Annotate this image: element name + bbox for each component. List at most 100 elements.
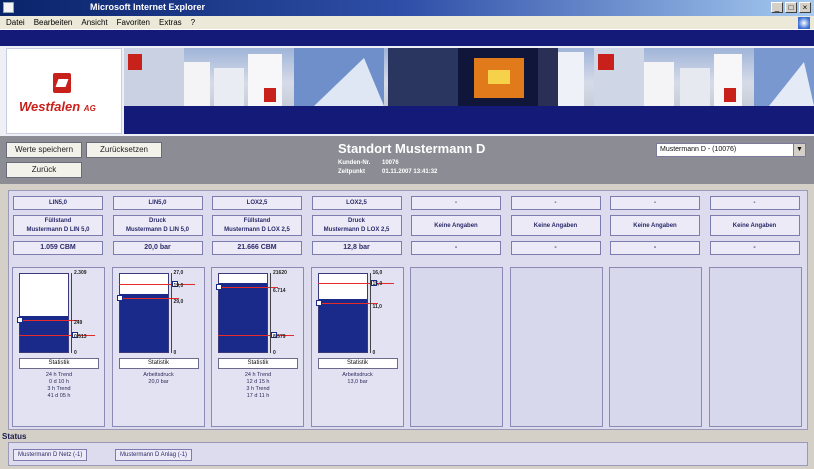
scale-tick-label: 0: [372, 350, 376, 356]
gauge-column: LIN5,0 Füllstand Mustermann D LIN 5,0 1.059…: [9, 191, 107, 429]
gauge-chart: 27,0 19,0 29,0 0 Statistik Arbeitsdruck 20,0 …: [111, 267, 205, 427]
station-title: Standort Mustermann D: [338, 141, 486, 156]
empty-code: -: [709, 196, 800, 210]
gauge-chart: 2.309 0.513 249 0 Statistik 24 h Trend 0 d 10…: [12, 267, 105, 427]
scale-tick-label: 2.309: [74, 270, 87, 276]
gauge-code: LIN5,0: [13, 196, 103, 210]
gauges-panel: LIN5,0 Füllstand Mustermann D LIN 5,0 1.059…: [8, 190, 808, 430]
empty-chart: [708, 267, 802, 427]
gauge-chart: 21620 8.579 6.714 0 Statistik 24 h Trend 12 d…: [211, 267, 304, 427]
gauge-type: Druck: [347, 218, 365, 224]
banner-photo-strip: [124, 48, 814, 106]
level-handle[interactable]: [116, 294, 123, 301]
logo-mark-icon: [598, 54, 614, 70]
empty-reading: -: [610, 241, 700, 255]
scale-tick-label: 19,0: [173, 282, 184, 289]
empty-column: - Keine Angaben -: [606, 191, 704, 429]
gauge-column: LOX2,5 Druck Mustermann D LOX 2,5 12,8 bar 1…: [308, 191, 406, 429]
gauge-location: Mustermann D LIN 5,0: [125, 227, 189, 233]
empty-reading: -: [411, 241, 501, 255]
gauge-type: Füllstand: [243, 218, 271, 224]
scale-tick-label: 0: [74, 350, 77, 356]
menu-item-favoriten[interactable]: Favoriten: [117, 18, 150, 27]
menu-item-bearbeiten[interactable]: Bearbeiten: [34, 18, 73, 27]
scale-tick-label: 8.579: [273, 334, 286, 340]
empty-code: -: [510, 196, 601, 210]
statistics-button[interactable]: Statistik: [118, 358, 199, 369]
empty-column: - Keine Angaben -: [706, 191, 804, 429]
scale-tick-label: 27,0: [173, 270, 184, 276]
close-icon[interactable]: ×: [799, 2, 811, 13]
maximize-icon[interactable]: □: [785, 2, 797, 13]
gauge-tank: [19, 273, 69, 353]
gauge-name: Druck Mustermann D LOX 2,5: [311, 215, 402, 236]
header-band: [0, 30, 814, 46]
gauge-scale: 21620 8.579 6.714 0: [270, 270, 300, 356]
station-select[interactable]: Mustermann D - (10076) ▼: [656, 143, 806, 157]
gauge-reading: 12,8 bar: [311, 241, 402, 255]
menu-item-extras[interactable]: Extras: [159, 18, 182, 27]
scale-tick-label: 6.714: [273, 287, 286, 294]
gauge-location: Mustermann D LOX 2,5: [224, 227, 290, 233]
gauge-reading: 1.059 CBM: [13, 241, 103, 255]
scale-tick-label: 15,0: [372, 281, 383, 288]
level-line: [317, 302, 378, 304]
gauge-info: Arbeitsdruck 20,0 bar: [143, 372, 174, 385]
empty-chart: [609, 267, 702, 427]
banner-photos: [124, 48, 814, 106]
reset-button[interactable]: Zurücksetzen: [86, 142, 162, 158]
scale-tick-label: 21620: [273, 270, 287, 276]
empty-reading: -: [510, 241, 601, 255]
gauge-level-fill: [219, 283, 267, 352]
empty-name: Keine Angaben: [510, 215, 601, 236]
gauge-info: 24 h Trend 12 d 15 h 3 h Trend 17 d 11 h: [244, 372, 272, 399]
empty-name: Keine Angaben: [411, 215, 501, 236]
menu-item-ansicht[interactable]: Ansicht: [81, 18, 107, 27]
empty-code: -: [411, 196, 501, 210]
statistics-button[interactable]: Statistik: [218, 358, 298, 369]
empty-column: - Keine Angaben -: [407, 191, 505, 429]
customer-number: Kunden-Nr. 10076: [338, 160, 399, 166]
gauge-reading: 20,0 bar: [112, 241, 203, 255]
gauge-chart: 16,0 15,0 11,0 0 Statistik Arbeitsdruck 13,0 …: [310, 267, 404, 427]
gauge-column: LIN5,0 Druck Mustermann D LIN 5,0 20,0 bar 2…: [109, 191, 207, 429]
save-values-button[interactable]: Werte speichern: [6, 142, 82, 158]
gauge-level-fill: [119, 294, 168, 352]
scale-tick-label: 0.513: [74, 334, 87, 340]
gauge-type: Druck: [148, 218, 166, 224]
menu-item-help[interactable]: ?: [191, 18, 195, 27]
banner-blue-bar: [124, 106, 814, 134]
level-line: [218, 286, 278, 288]
gauge-name: Druck Mustermann D LIN 5,0: [112, 215, 203, 236]
gauge-code: LIN5,0: [112, 196, 203, 210]
empty-reading: -: [709, 241, 800, 255]
scale-tick-label: 29,0: [173, 298, 184, 305]
status-bar: Mustermann D Netz (-1) Mustermann D Anla…: [8, 442, 808, 466]
statistics-button[interactable]: Statistik: [19, 358, 99, 369]
gauge-info: 24 h Trend 0 d 10 h 3 h Trend 41 d 05 h: [45, 372, 73, 399]
status-item-anlag[interactable]: Mustermann D Anlag (-1): [115, 449, 193, 461]
gauge-location: Mustermann D LOX 2,5: [323, 227, 390, 233]
gauge-reading: 21.666 CBM: [212, 241, 302, 255]
back-button[interactable]: Zurück: [6, 162, 82, 178]
level-handle[interactable]: [315, 299, 322, 306]
level-handle[interactable]: [17, 317, 23, 324]
empty-name: Keine Angaben: [610, 215, 700, 236]
statistics-button[interactable]: Statistik: [317, 358, 398, 369]
menu-item-datei[interactable]: Datei: [6, 18, 25, 27]
chevron-down-icon[interactable]: ▼: [793, 144, 805, 156]
gauge-level-fill: [20, 316, 68, 352]
scale-tick-label: 11,0: [372, 303, 382, 310]
level-handle[interactable]: [216, 283, 222, 290]
ie-throbber-icon: [798, 17, 810, 29]
gauge-location: Mustermann D LIN 5,0: [26, 227, 90, 233]
scale-tick-label: 0: [273, 350, 276, 356]
scale-tick-label: 16,0: [372, 270, 383, 276]
gauge-code: LOX2,5: [212, 196, 302, 210]
minimize-icon[interactable]: _: [771, 2, 783, 13]
banner: Westfalen AG: [0, 46, 814, 136]
level-line: [118, 297, 179, 299]
status-item-netz[interactable]: Mustermann D Netz (-1): [13, 449, 88, 461]
status-title: Status: [2, 432, 27, 441]
gauge-tank: [218, 273, 268, 353]
